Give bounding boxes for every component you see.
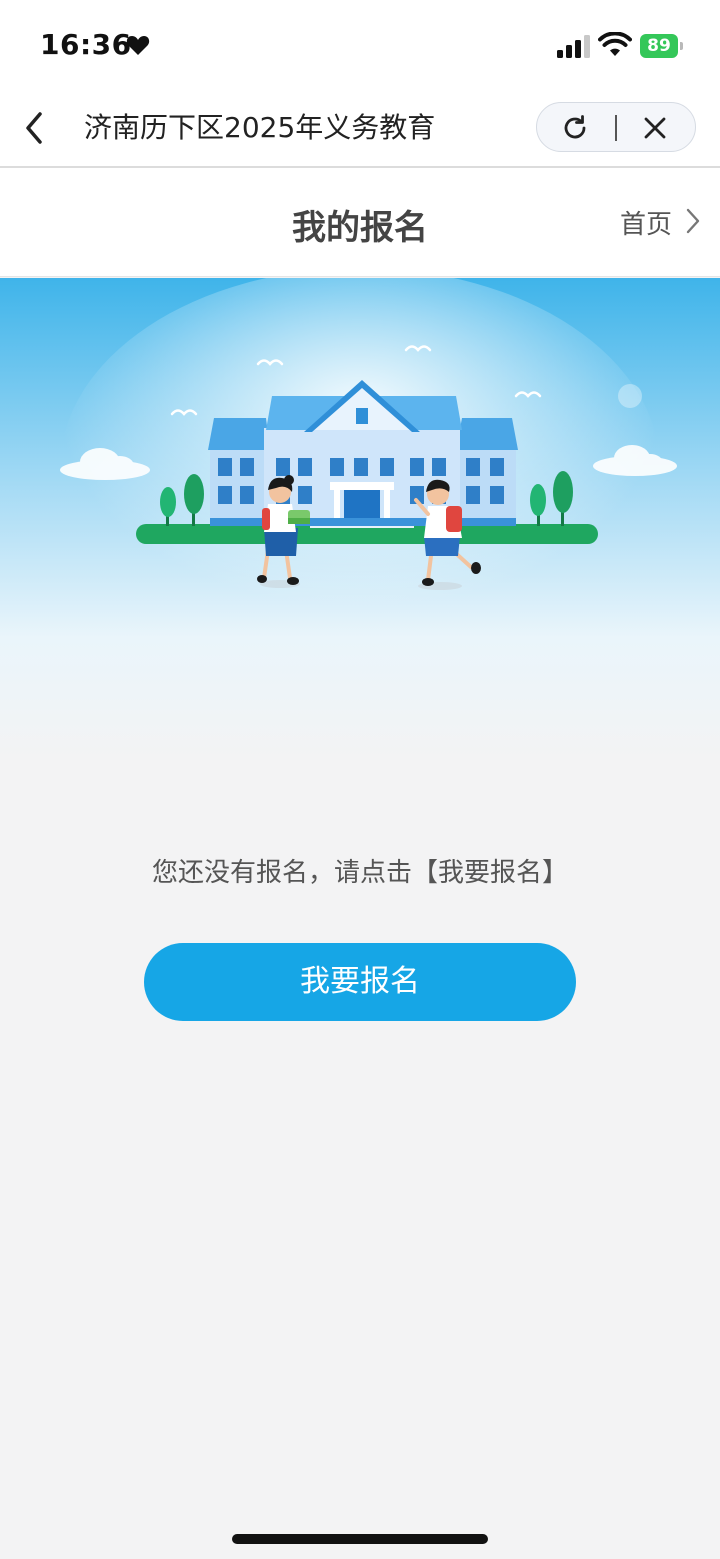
refresh-icon[interactable]	[561, 114, 589, 142]
home-link[interactable]: 首页	[620, 204, 672, 241]
close-icon[interactable]	[643, 116, 667, 140]
battery-icon: 89	[640, 34, 684, 58]
school-illustration	[0, 278, 720, 758]
heart-icon	[126, 36, 150, 55]
status-bar: 16:36 89	[0, 0, 720, 92]
wifi-icon	[598, 32, 632, 56]
register-button[interactable]: 我要报名	[144, 943, 576, 1021]
home-indicator	[232, 1534, 488, 1544]
clock: 16:36	[40, 28, 132, 61]
navigation-bar: 济南历下区2025年义务教育	[0, 92, 720, 168]
battery-level: 89	[647, 36, 671, 56]
empty-state-hint: 您还没有报名，请点击【我要报名】	[151, 858, 568, 888]
page-header: 我的报名 首页	[0, 168, 720, 277]
page-title-bar: 济南历下区2025年义务教育	[84, 111, 436, 144]
capsule-divider	[615, 115, 617, 141]
signal-icon	[557, 35, 590, 58]
miniapp-capsule	[536, 102, 696, 152]
chevron-right-icon[interactable]	[684, 206, 702, 236]
page-title: 我的报名	[292, 208, 428, 248]
back-icon[interactable]	[20, 110, 48, 146]
